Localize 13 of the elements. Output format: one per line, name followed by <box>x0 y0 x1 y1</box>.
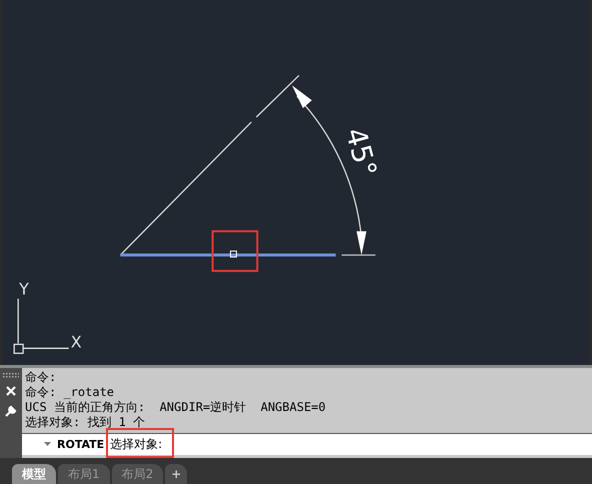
angle-label: 45° <box>338 124 384 180</box>
command-prompt: 选择对象: <box>110 436 162 451</box>
command-history-line: 选择对象: 找到 1 个 <box>25 415 146 430</box>
add-layout-tab[interactable]: + <box>165 464 188 484</box>
layout-tab[interactable]: 布局1 <box>58 464 110 484</box>
layout-tab[interactable]: 模型 <box>12 464 56 484</box>
command-history-line: UCS 当前的正角方向: ANGDIR=逆时针 ANGBASE=0 <box>25 400 327 416</box>
x-axis-label: X <box>70 332 82 352</box>
layout-tab[interactable]: 布局2 <box>112 464 164 484</box>
y-axis-label: Y <box>19 280 29 299</box>
command-history-line: 命令: _rotate <box>25 385 114 400</box>
command-history-line: 命令: <box>25 370 58 386</box>
command-name: ROTATE <box>57 438 104 451</box>
